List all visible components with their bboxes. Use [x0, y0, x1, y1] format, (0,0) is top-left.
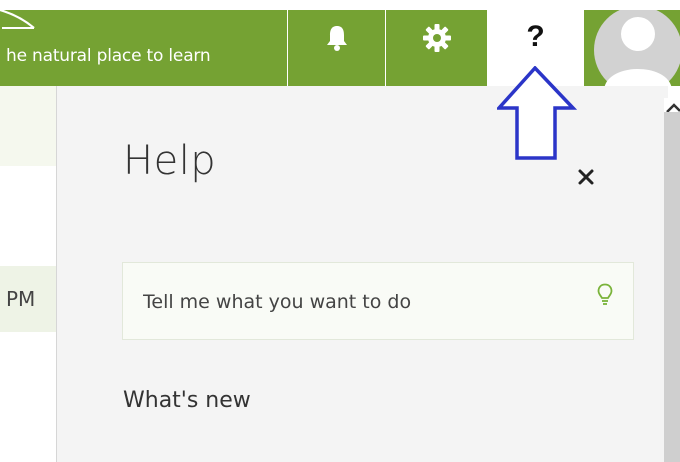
help-search-box[interactable]: [122, 262, 634, 340]
scrollbar-track[interactable]: [664, 112, 680, 462]
arrow-up-annotation-icon: [497, 66, 577, 160]
user-avatar-icon: [594, 10, 680, 86]
bell-icon: [326, 26, 347, 51]
help-question-icon: ?: [526, 20, 545, 53]
help-panel-title: Help: [123, 138, 217, 184]
notifications-button[interactable]: [288, 10, 385, 86]
top-bar: he natural place to learn ?: [0, 0, 680, 86]
whats-new-link[interactable]: What's new: [123, 388, 251, 413]
user-avatar-button[interactable]: [584, 10, 680, 86]
time-fragment-text: PM: [6, 287, 36, 311]
lightbulb-icon: [597, 283, 613, 305]
time-fragment: PM: [0, 266, 56, 332]
page-background-strip: [0, 86, 56, 166]
gear-icon: [422, 24, 451, 52]
brand-logo-icon: [0, 10, 35, 29]
brand-tagline: he natural place to learn: [6, 46, 211, 66]
close-icon: [578, 169, 594, 185]
close-button[interactable]: [573, 164, 599, 190]
help-search-input[interactable]: [143, 287, 583, 317]
settings-button[interactable]: [386, 10, 487, 86]
brand-banner[interactable]: he natural place to learn: [0, 10, 287, 86]
